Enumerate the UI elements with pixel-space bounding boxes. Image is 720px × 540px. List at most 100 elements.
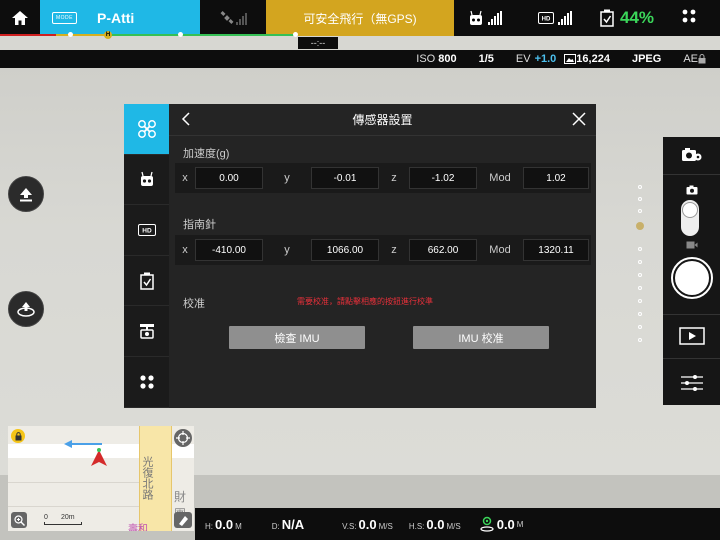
map-street-line xyxy=(8,506,139,507)
zoom-tick xyxy=(638,209,642,213)
flight-mode-label: P-Atti xyxy=(97,10,135,26)
home-button[interactable] xyxy=(0,0,40,36)
battery-status[interactable]: 44% xyxy=(600,8,654,28)
back-button[interactable] xyxy=(181,112,191,129)
height-unit: M xyxy=(235,521,242,531)
scale-bar xyxy=(44,522,82,525)
telemetry-vps-altitude: 0.0 M xyxy=(479,516,523,532)
mini-map[interactable]: 光復北路 財團 壽和 0 20m xyxy=(8,426,194,531)
battery-progress-track: H xyxy=(0,31,720,39)
photo-video-toggle[interactable] xyxy=(681,200,699,236)
tab-aircraft[interactable] xyxy=(124,104,169,155)
map-recenter-button[interactable] xyxy=(174,429,192,447)
vision-sensor-icon xyxy=(480,516,494,532)
axis-z-label: z xyxy=(391,172,397,184)
calibration-label: 校准 xyxy=(183,298,205,310)
svg-text:HD: HD xyxy=(142,227,152,234)
zoom-tick xyxy=(638,247,642,251)
compass-y-value: 1066.00 xyxy=(311,239,379,261)
mod-label: Mod xyxy=(489,244,511,256)
gps-signal[interactable] xyxy=(200,0,266,36)
close-button[interactable] xyxy=(572,112,586,129)
ae-label: AE xyxy=(683,53,698,65)
scale-distance: 20m xyxy=(61,514,75,521)
height-value: 0.0 xyxy=(215,516,234,532)
distance-value: N/A xyxy=(281,516,305,532)
zoom-in-icon xyxy=(13,514,25,526)
flight-status[interactable]: 可安全飛行（無GPS) xyxy=(266,0,454,36)
zoom-tick xyxy=(638,312,642,316)
camera-settings-button[interactable] xyxy=(663,147,720,163)
accel-y-value: -0.01 xyxy=(311,167,379,189)
rc-signal[interactable] xyxy=(468,0,502,36)
zoom-tick xyxy=(638,325,642,329)
ev-label: EV xyxy=(515,53,531,65)
horizontal-speed-unit: M/S xyxy=(446,521,461,531)
tab-gimbal[interactable] xyxy=(124,306,169,357)
hd-signal-bars xyxy=(558,11,572,25)
map-lock-button[interactable] xyxy=(11,429,25,443)
settings-more-button[interactable] xyxy=(682,9,696,28)
flight-time-remaining: --:-- xyxy=(298,37,338,49)
takeoff-icon xyxy=(20,188,32,202)
tab-remote-controller[interactable] xyxy=(124,155,169,206)
close-icon xyxy=(572,112,586,126)
telemetry-horizontal-speed: H.S: 0.0 M/S xyxy=(409,517,461,532)
zoom-handle[interactable] xyxy=(636,222,644,230)
telemetry-vertical-speed: V.S: 0.0 M/S xyxy=(342,517,393,532)
tab-hd-transmission[interactable]: HD xyxy=(124,205,169,256)
remote-controller-icon xyxy=(140,172,153,187)
svg-text:HD: HD xyxy=(542,17,551,23)
tab-battery[interactable] xyxy=(124,256,169,307)
lock-icon xyxy=(698,54,706,64)
zoom-slider[interactable] xyxy=(636,185,644,345)
compass-title: 指南針 xyxy=(183,219,216,231)
dialog-title: 傳感器設置 xyxy=(352,113,413,127)
horizontal-speed-label: H.S: xyxy=(408,521,425,531)
iso-label: ISO xyxy=(416,53,436,65)
sliders-icon xyxy=(680,375,703,391)
playback-button[interactable] xyxy=(663,327,720,345)
rc-signal-bars xyxy=(488,11,502,25)
home-icon xyxy=(12,11,28,25)
iso-value: 800 xyxy=(438,53,457,65)
remote-controller-icon xyxy=(470,10,482,25)
track-marker xyxy=(68,32,73,37)
imu-calibrate-button[interactable]: IMU 校准 xyxy=(413,326,549,349)
tab-general[interactable] xyxy=(124,357,169,408)
home-marker: H xyxy=(104,31,112,39)
gimbal-icon xyxy=(139,324,154,339)
shutter-button[interactable] xyxy=(671,257,713,299)
distance-label: D: xyxy=(271,521,280,531)
video-mode-indicator xyxy=(663,241,720,249)
axis-z-label: z xyxy=(391,244,397,256)
flight-mode-box[interactable]: MODE P-Atti xyxy=(40,0,200,36)
camera-settings-bar[interactable]: ISO 800 1/5 EV +1.0 16,224 JPEG AE xyxy=(0,50,720,68)
zoom-tick xyxy=(638,273,642,277)
camera-icon xyxy=(686,185,697,195)
return-home-button[interactable] xyxy=(8,291,44,327)
track-marker xyxy=(178,32,183,37)
panel-divider xyxy=(663,358,720,359)
compass-z-value: 662.00 xyxy=(409,239,477,261)
play-icon xyxy=(678,327,705,345)
camera-control-panel xyxy=(663,137,720,405)
photo-storage-icon xyxy=(564,54,577,64)
zoom-tick xyxy=(638,260,642,264)
photos-remaining: 16,224 xyxy=(576,53,610,65)
vertical-speed-value: 0.0 xyxy=(358,516,377,532)
satellite-icon xyxy=(220,11,233,24)
return-home-icon xyxy=(17,302,35,317)
check-imu-button[interactable]: 檢查 IMU xyxy=(229,326,365,349)
camera-gear-icon xyxy=(681,148,701,161)
map-edit-button[interactable] xyxy=(174,512,192,528)
file-format: JPEG xyxy=(631,53,662,65)
zoom-tick xyxy=(638,338,642,342)
map-zoom-button[interactable] xyxy=(11,512,27,528)
takeoff-button[interactable] xyxy=(8,176,44,212)
panel-divider xyxy=(663,174,720,175)
lock-icon xyxy=(15,431,21,440)
camera-adjust-button[interactable] xyxy=(663,374,720,392)
hd-signal[interactable]: HD xyxy=(538,0,572,36)
calibration-warning: 需要校准，請點擊相應的按鈕進行校準 xyxy=(297,297,433,306)
